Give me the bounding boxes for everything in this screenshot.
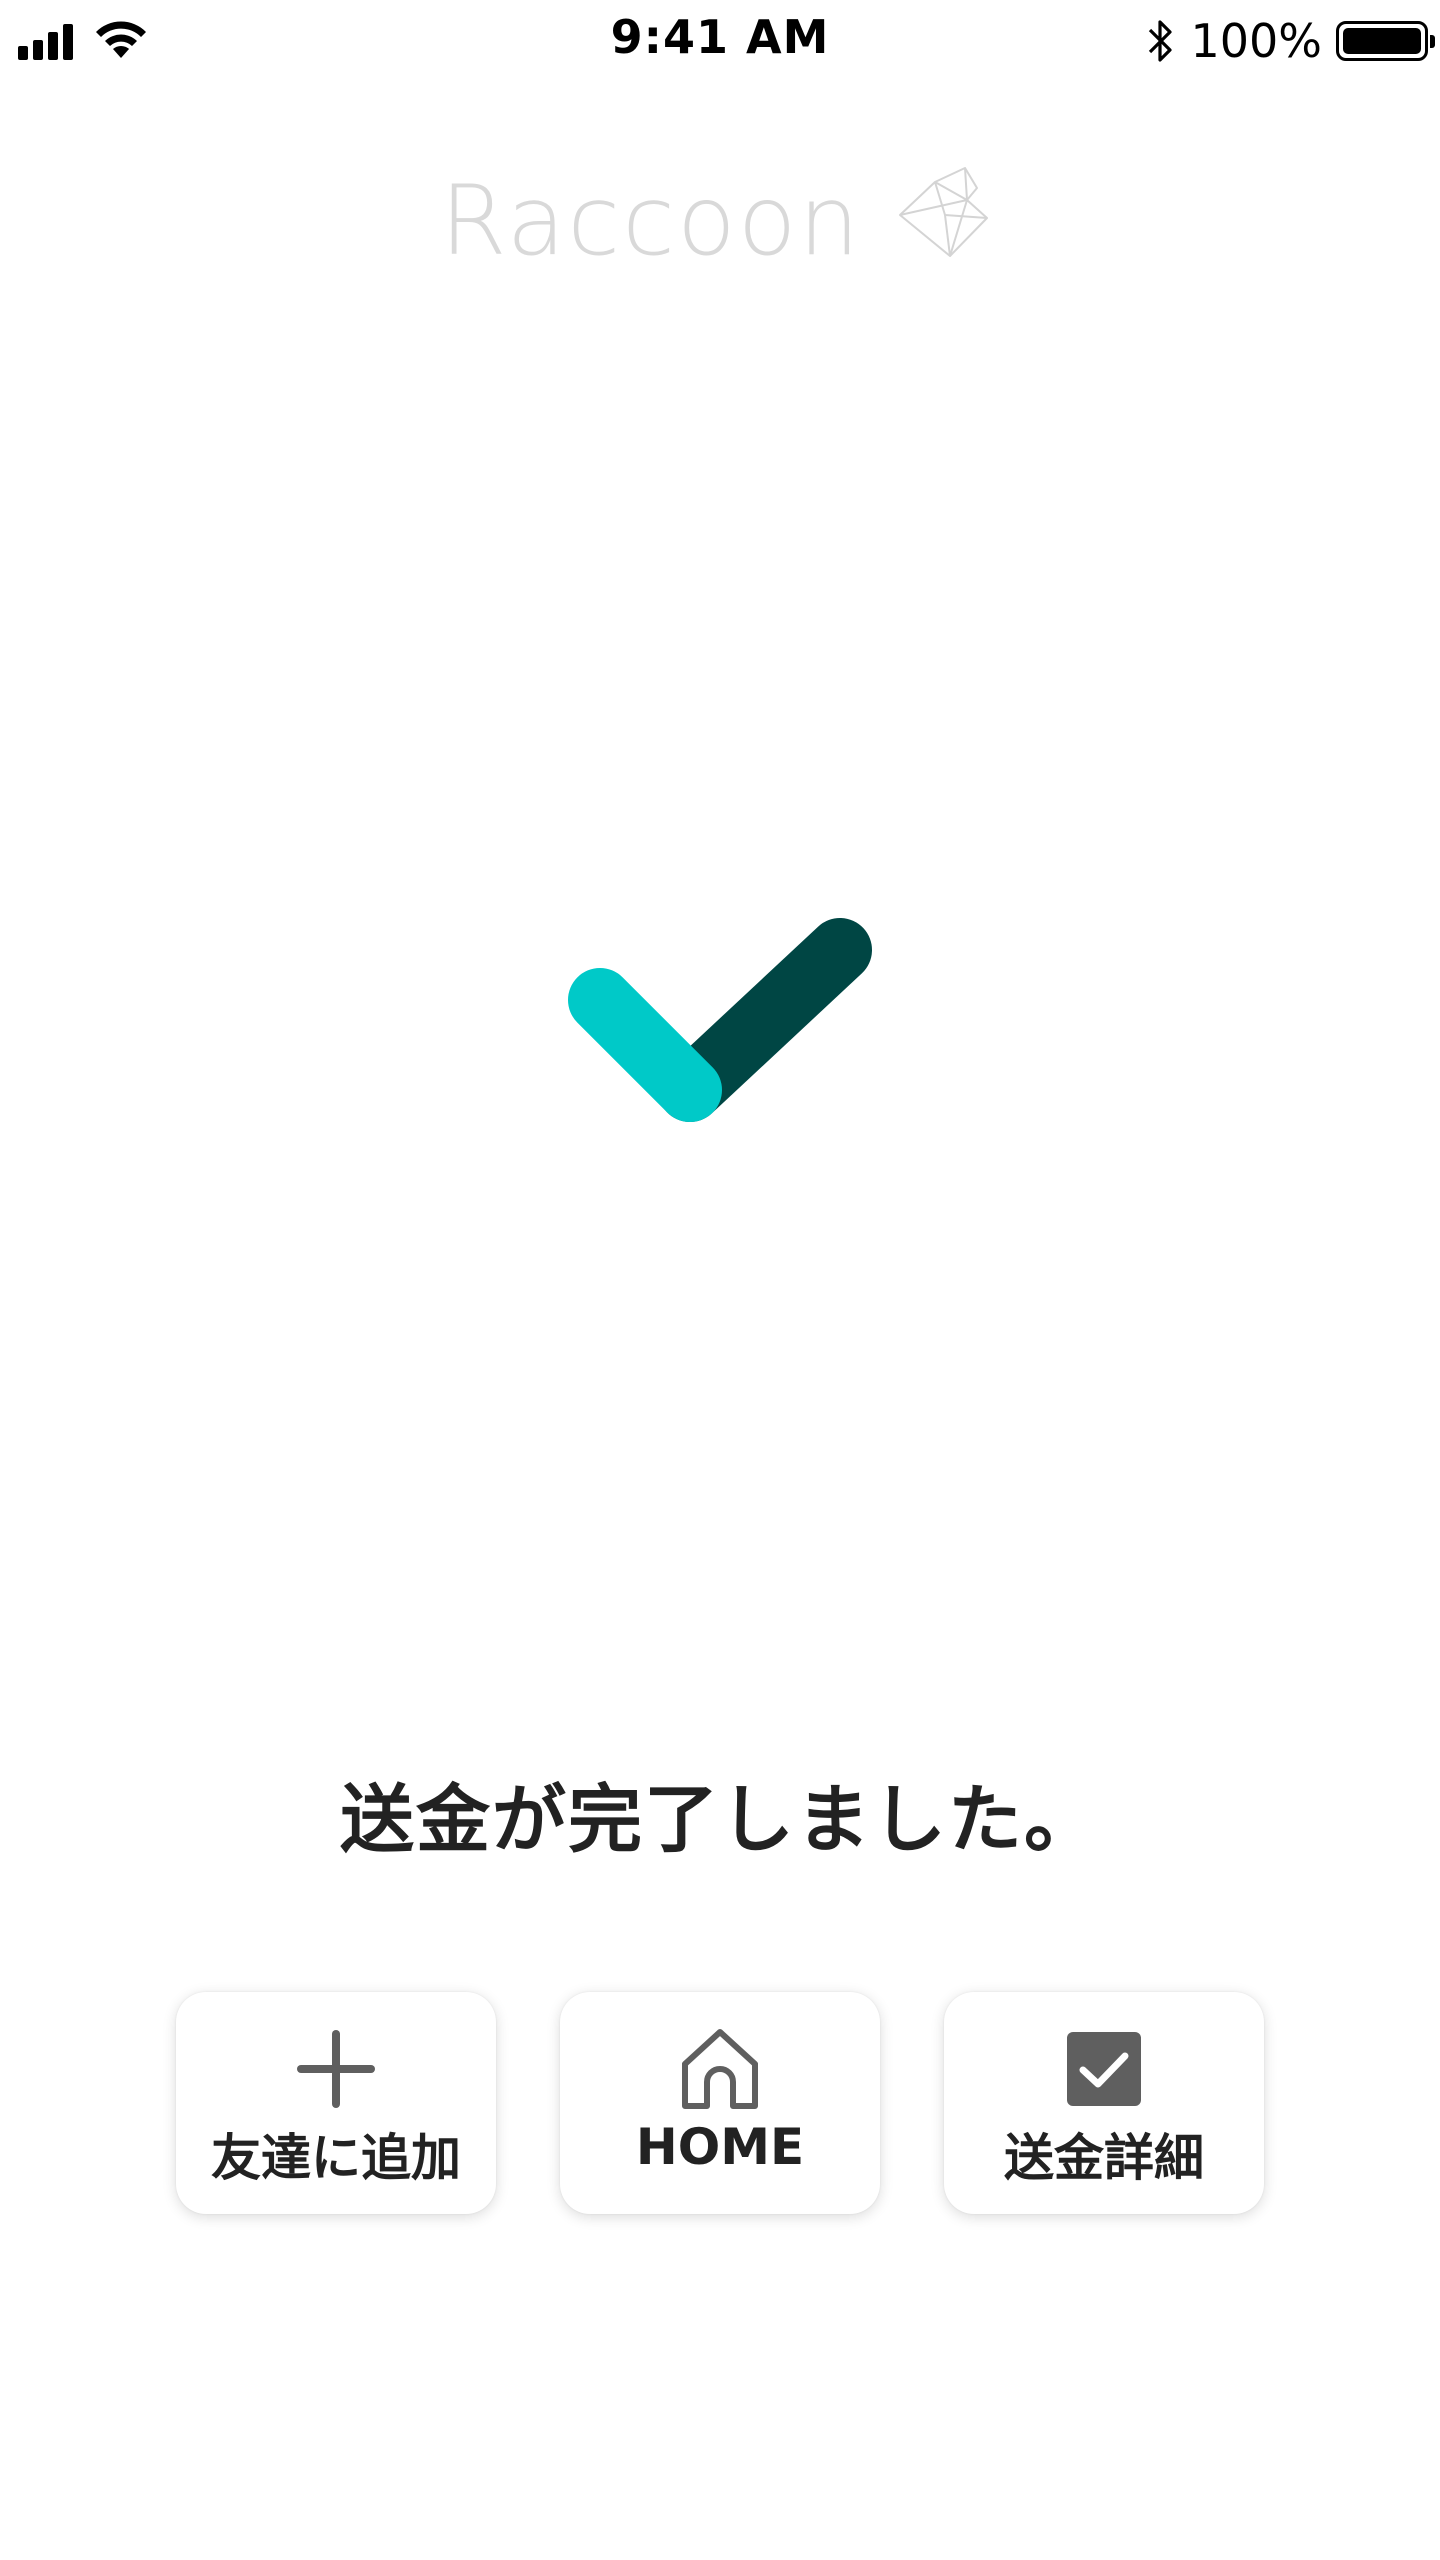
plus-icon [297,2030,375,2108]
battery-percent: 100% [1190,14,1322,68]
app-logo: Raccoon [440,160,1000,280]
checkbox-icon [1067,2032,1141,2106]
completion-message: 送金が完了しました。 [340,1777,1100,1863]
home-icon [682,2029,758,2109]
status-bar-right: 100% [1146,14,1435,68]
home-button[interactable]: HOME [560,1992,880,2214]
check-mark-icon [568,918,872,1122]
transfer-details-label: 送金詳細 [1004,2129,1204,2187]
add-friend-button[interactable]: 友達に追加 [176,1992,496,2214]
status-bar: 9:41 AM 100% [0,0,1440,80]
home-label: HOME [635,2118,805,2176]
transfer-details-button[interactable]: 送金詳細 [944,1992,1264,2214]
action-buttons: 友達に追加 HOME 送金詳細 [176,1992,1264,2214]
logo-wordmark: Raccoon [440,165,862,277]
battery-icon [1336,21,1435,61]
bluetooth-icon [1149,20,1173,62]
add-friend-label: 友達に追加 [211,2129,461,2187]
transfer-complete-screen: 9:41 AM 100% Raccoon 送金が完了しました。 友達に追加 HO… [0,0,1440,2560]
raccoon-origami-icon [899,167,988,257]
